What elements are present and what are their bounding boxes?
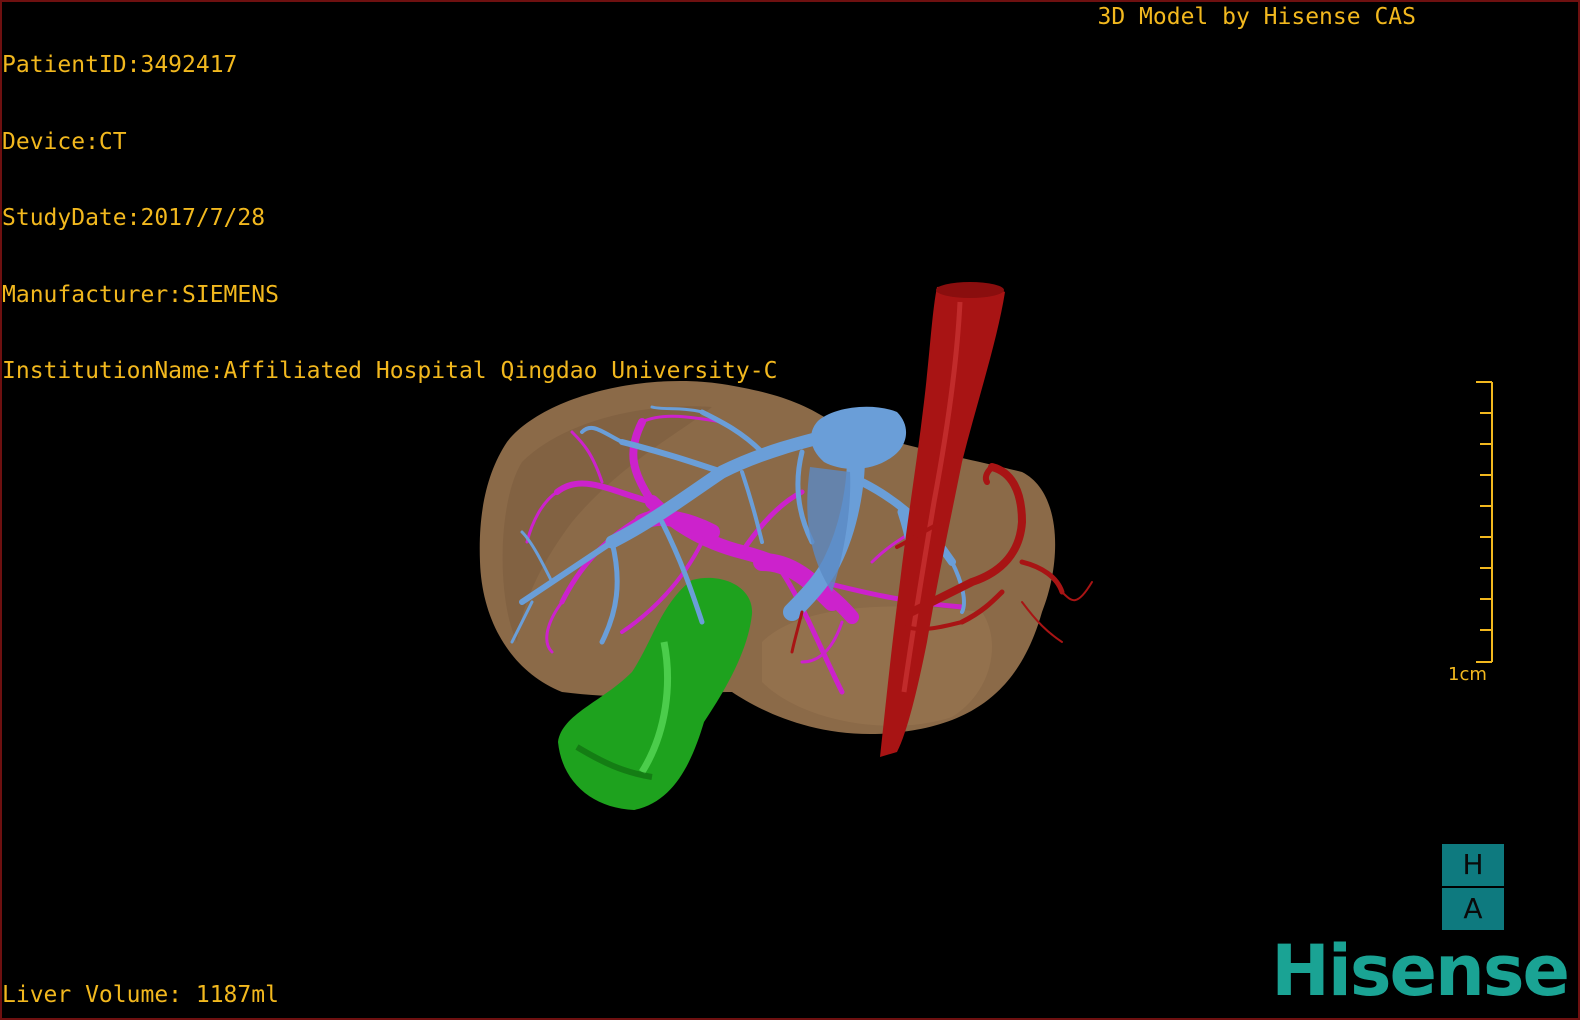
dicom-info-overlay: PatientID:3492417 Device:CT StudyDate:20… [2,2,777,436]
liver-volume-readout: Liver Volume: 1187ml [2,982,279,1008]
orientation-face-top: H [1442,844,1504,886]
device: Device:CT [2,128,127,155]
3d-viewport[interactable]: PatientID:3492417 Device:CT StudyDate:20… [0,0,1580,1020]
study-date: StudyDate:2017/7/28 [2,205,266,231]
model-brand-caption: 3D Model by Hisense CAS [1097,4,1417,30]
orientation-face-bottom: A [1442,888,1504,930]
orientation-cube[interactable]: H A [1442,844,1504,932]
patient-id: PatientID:3492417 [2,52,238,78]
manufacturer: Manufacturer:SIEMENS [2,281,279,308]
institution-name: InstitutionName:Affiliated Hospital Qing… [2,358,778,384]
scale-bar [1476,381,1493,663]
scale-bar-label: 1cm [1448,664,1487,685]
hisense-logo: Hisense [1271,930,1570,1012]
